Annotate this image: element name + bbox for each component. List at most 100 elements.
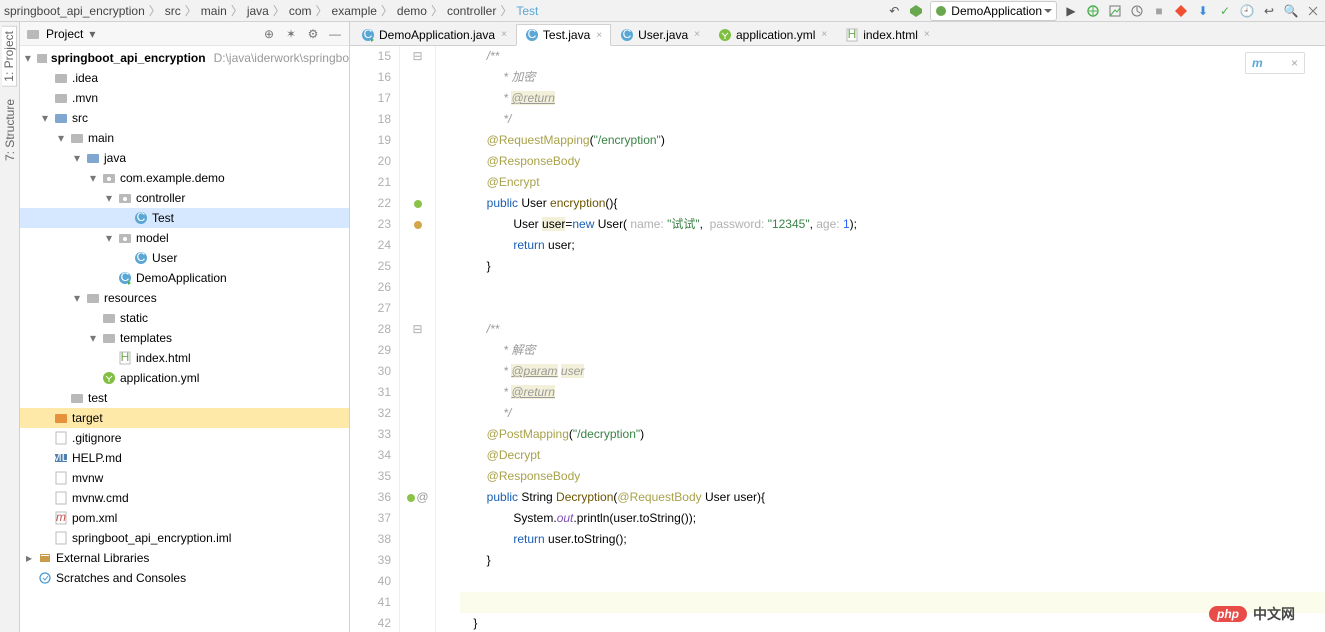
code-content[interactable]: /** * 加密 * @return */ @RequestMapping("/… — [436, 46, 1325, 632]
tree-item-src[interactable]: ▾src — [20, 108, 349, 128]
git-icon[interactable] — [1173, 3, 1189, 19]
select-opened-icon[interactable]: ⊕ — [261, 26, 277, 42]
project-tree[interactable]: ▾ springboot_api_encryption D:\java\ider… — [20, 46, 349, 632]
close-icon[interactable]: × — [694, 29, 700, 40]
rail-structure[interactable]: 7: Structure — [3, 95, 17, 165]
crumb[interactable]: Test — [516, 4, 538, 18]
tree-root-path: D:\java\iderwork\springbo — [214, 51, 349, 65]
run-config-label: DemoApplication — [951, 4, 1042, 18]
tree-item-templates[interactable]: ▾templates — [20, 328, 349, 348]
tab-label: User.java — [638, 28, 688, 42]
svg-text:m: m — [56, 511, 66, 524]
tree-item-controller[interactable]: ▾controller — [20, 188, 349, 208]
tree-item-label: mvnw — [72, 471, 103, 485]
tree-item-application-yml[interactable]: application.yml — [20, 368, 349, 388]
tree-item--gitignore[interactable]: .gitignore — [20, 428, 349, 448]
tree-item-pom-xml[interactable]: mpom.xml — [20, 508, 349, 528]
crumb[interactable]: example — [332, 4, 377, 18]
revert-icon[interactable]: ↩ — [1261, 3, 1277, 19]
inspections-widget[interactable]: m× — [1245, 52, 1305, 74]
tab-test-java[interactable]: CTest.java× — [516, 24, 611, 46]
gear-icon[interactable]: ⚙ — [305, 26, 321, 42]
left-tool-rail: 1: Project 7: Structure — [0, 22, 20, 632]
tree-item-help-md[interactable]: MDHELP.md — [20, 448, 349, 468]
tree-item-static[interactable]: static — [20, 308, 349, 328]
close-icon[interactable]: × — [501, 29, 507, 40]
tree-item-mvnw[interactable]: mvnw — [20, 468, 349, 488]
tab-index-html[interactable]: Hindex.html× — [836, 23, 939, 45]
run-icon[interactable]: ▶ — [1063, 3, 1079, 19]
tree-item-com-example-demo[interactable]: ▾com.example.demo — [20, 168, 349, 188]
tree-item-label: .idea — [72, 71, 98, 85]
tree-item-springboot-api-encryption-iml[interactable]: springboot_api_encryption.iml — [20, 528, 349, 548]
tree-item-demoapplication[interactable]: CDemoApplication — [20, 268, 349, 288]
back-icon[interactable]: ↶ — [886, 3, 902, 19]
project-icon — [26, 27, 40, 41]
tree-item-label: src — [72, 111, 88, 125]
crumb[interactable]: controller — [447, 4, 496, 18]
close-icon[interactable]: × — [821, 29, 827, 40]
close-icon[interactable]: × — [596, 30, 602, 41]
commit-icon[interactable]: ✓ — [1217, 3, 1233, 19]
tree-item-model[interactable]: ▾model — [20, 228, 349, 248]
tree-item-label: com.example.demo — [120, 171, 225, 185]
tree-item-mvnw-cmd[interactable]: mvnw.cmd — [20, 488, 349, 508]
tree-item-label: controller — [136, 191, 185, 205]
tab-demoapplication-java[interactable]: CDemoApplication.java× — [352, 23, 516, 45]
tree-item-index-html[interactable]: Hindex.html — [20, 348, 349, 368]
tree-item-label: index.html — [136, 351, 191, 365]
tree-item-target[interactable]: target — [20, 408, 349, 428]
breadcrumb: springboot_api_encryption 〉src 〉main 〉ja… — [4, 2, 882, 19]
tree-item-main[interactable]: ▾main — [20, 128, 349, 148]
run-config-select[interactable]: DemoApplication — [930, 1, 1057, 21]
crumb[interactable]: java — [247, 4, 269, 18]
tree-item--mvn[interactable]: .mvn — [20, 88, 349, 108]
project-title: Project — [46, 27, 83, 41]
tree-item-test[interactable]: test — [20, 388, 349, 408]
tree-item--idea[interactable]: .idea — [20, 68, 349, 88]
tab-user-java[interactable]: CUser.java× — [611, 23, 709, 45]
svg-text:MD: MD — [54, 451, 68, 464]
ext-libs-label: External Libraries — [56, 551, 149, 565]
build-icon[interactable] — [908, 3, 924, 19]
rail-project[interactable]: 1: Project — [2, 26, 17, 87]
tree-item-label: model — [136, 231, 169, 245]
tree-item-resources[interactable]: ▾resources — [20, 288, 349, 308]
tree-item-label: java — [104, 151, 126, 165]
crumb[interactable]: main — [201, 4, 227, 18]
php-badge: php — [1209, 606, 1247, 622]
settings-icon[interactable] — [1305, 3, 1321, 19]
svg-text:H: H — [848, 28, 857, 41]
editor-area: CDemoApplication.java×CTest.java×CUser.j… — [350, 22, 1325, 632]
chevron-down-icon[interactable]: ▾ — [89, 27, 95, 41]
tree-item-label: User — [152, 251, 177, 265]
profile-icon[interactable] — [1129, 3, 1145, 19]
debug-icon[interactable] — [1085, 3, 1101, 19]
stop-icon[interactable]: ■ — [1151, 3, 1167, 19]
hide-icon[interactable]: — — [327, 26, 343, 42]
tab-label: DemoApplication.java — [379, 28, 495, 42]
scratches-label: Scratches and Consoles — [56, 571, 186, 585]
scratches[interactable]: Scratches and Consoles — [20, 568, 349, 588]
tree-item-label: application.yml — [120, 371, 199, 385]
tree-item-label: DemoApplication — [136, 271, 227, 285]
tree-root[interactable]: ▾ springboot_api_encryption D:\java\ider… — [20, 48, 349, 68]
crumb[interactable]: com — [289, 4, 312, 18]
update-icon[interactable]: ⬇ — [1195, 3, 1211, 19]
tree-item-label: .mvn — [72, 91, 98, 105]
crumb[interactable]: demo — [397, 4, 427, 18]
tree-item-test[interactable]: CTest — [20, 208, 349, 228]
tree-item-java[interactable]: ▾java — [20, 148, 349, 168]
gutter-icons: ⊟⊟@ — [400, 46, 436, 632]
history-icon[interactable]: 🕘 — [1239, 3, 1255, 19]
coverage-icon[interactable] — [1107, 3, 1123, 19]
close-icon[interactable]: × — [924, 29, 930, 40]
svg-text:H: H — [121, 351, 130, 364]
find-icon[interactable]: 🔍 — [1283, 3, 1299, 19]
code-editor[interactable]: 1516171819202122232425262728293031323334… — [350, 46, 1325, 632]
external-libraries[interactable]: ▸ External Libraries — [20, 548, 349, 568]
expand-all-icon[interactable]: ✶ — [283, 26, 299, 42]
crumb[interactable]: src — [165, 4, 181, 18]
tree-item-user[interactable]: CUser — [20, 248, 349, 268]
tab-application-yml[interactable]: application.yml× — [709, 23, 836, 45]
